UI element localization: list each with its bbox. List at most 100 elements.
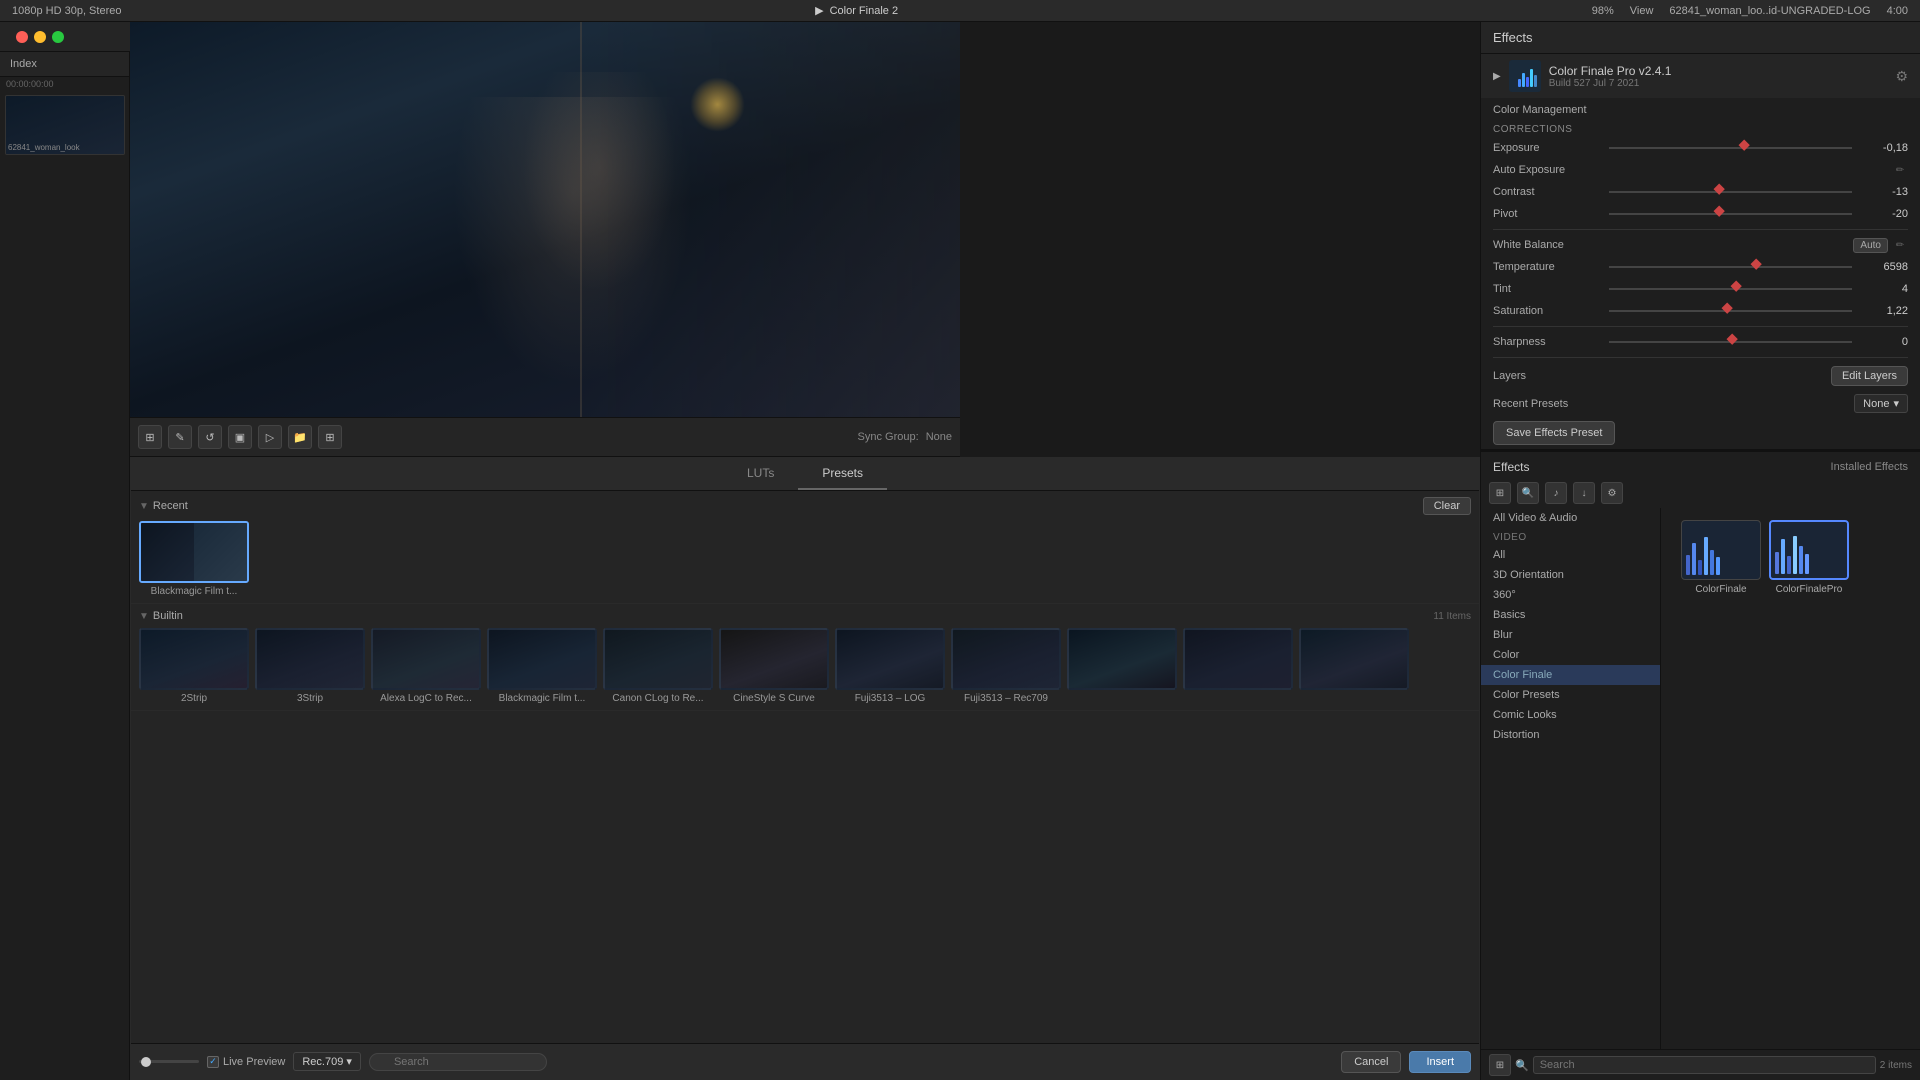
color-management-label: Color Management — [1481, 98, 1920, 120]
cfp-title-block: Color Finale Pro v2.4.1 Build 527 Jul 7 … — [1549, 64, 1888, 89]
preset-thumb-blackmagic2[interactable] — [487, 628, 597, 690]
effects-search-input[interactable] — [1533, 1056, 1876, 1074]
param-slider-sharpness[interactable] — [1609, 341, 1852, 343]
auto-badge[interactable]: Auto — [1853, 238, 1888, 253]
cfp-header[interactable]: ▶ Color Finale Pro v2.4.1 Build 527 Jul … — [1481, 54, 1920, 98]
minimize-btn[interactable] — [34, 31, 46, 43]
live-preview-check[interactable]: ✓ Live Preview — [207, 1056, 285, 1068]
saturation-slider-thumb — [1721, 303, 1732, 314]
effects-item-comic-looks[interactable]: Comic Looks — [1481, 705, 1660, 725]
cancel-button[interactable]: Cancel — [1341, 1051, 1401, 1073]
clear-button[interactable]: Clear — [1423, 497, 1471, 515]
tool-btn-6[interactable]: 📁 — [288, 425, 312, 449]
luts-presets-panel: LUTs Presets ▼ Recent Clear — [130, 457, 1480, 1080]
preset-thumb-3strip[interactable] — [255, 628, 365, 690]
edit-layers-button[interactable]: Edit Layers — [1831, 366, 1908, 386]
tool-btn-4[interactable]: ▣ — [228, 425, 252, 449]
view-btn[interactable]: View — [1630, 5, 1654, 17]
effects-item-blur[interactable]: Blur — [1481, 625, 1660, 645]
recent-presets-row: Recent Presets None ▾ — [1481, 390, 1920, 417]
tab-presets[interactable]: Presets — [798, 458, 887, 490]
effects-item-color-presets[interactable]: Color Presets — [1481, 685, 1660, 705]
preset-item-fuji-log[interactable]: Fuji3513 – LOG — [835, 628, 945, 704]
effects-item-distortion[interactable]: Distortion — [1481, 725, 1660, 745]
preset-thumb-extra2[interactable] — [1183, 628, 1293, 690]
insert-button[interactable]: Insert — [1409, 1051, 1471, 1073]
tool-btn-2[interactable]: ✎ — [168, 425, 192, 449]
effect-name-colorfinale: ColorFinale — [1695, 584, 1746, 595]
preset-item-extra2[interactable] — [1183, 628, 1293, 704]
effects-header: Effects — [1481, 22, 1920, 54]
preset-item-extra3[interactable] — [1299, 628, 1409, 704]
save-effects-preset-button[interactable]: Save Effects Preset — [1493, 421, 1615, 445]
effects-item-360[interactable]: 360° — [1481, 585, 1660, 605]
effects-icon-download[interactable]: ↓ — [1573, 482, 1595, 504]
tool-btn-5[interactable]: ▷ — [258, 425, 282, 449]
cfp-bars — [1518, 65, 1537, 87]
preset-thumb-fuji-rec709[interactable] — [951, 628, 1061, 690]
sync-group-label: Sync Group: None — [858, 431, 953, 443]
preset-thumb-alexa[interactable] — [371, 628, 481, 690]
tool-btn-3[interactable]: ↺ — [198, 425, 222, 449]
effects-item-all[interactable]: All — [1481, 545, 1660, 565]
cfp-settings-icon[interactable]: ⚙ — [1895, 68, 1908, 85]
preset-thumb-extra1[interactable] — [1067, 628, 1177, 690]
param-slider-temperature[interactable] — [1609, 266, 1852, 268]
tool-btn-7[interactable]: ⊞ — [318, 425, 342, 449]
param-slider-saturation[interactable] — [1609, 310, 1852, 312]
effects-list: All Video & Audio VIDEO All 3D Orientati… — [1481, 508, 1661, 1049]
preset-item-cinestyle[interactable]: CineStyle S Curve — [719, 628, 829, 704]
effect-item-colorfinale[interactable]: ColorFinale — [1681, 520, 1761, 595]
param-slider-contrast[interactable] — [1609, 191, 1852, 193]
rec-dropdown[interactable]: Rec.709 ▾ — [293, 1052, 361, 1071]
preset-label-3strip: 3Strip — [297, 693, 323, 704]
app-title-area: ▶ Color Finale 2 — [815, 4, 898, 17]
maximize-btn[interactable] — [52, 31, 64, 43]
preset-thumb-2strip[interactable] — [139, 628, 249, 690]
effect-name-colorfinale-pro: ColorFinalePro — [1776, 584, 1843, 595]
effects-icon-settings[interactable]: ⚙ — [1601, 482, 1623, 504]
preset-item-blackmagic2[interactable]: Blackmagic Film t... — [487, 628, 597, 704]
builtin-arrow: ▼ — [139, 611, 149, 622]
effects-search-grid-icon[interactable]: ⊞ — [1489, 1054, 1511, 1076]
effects-item-all-video[interactable]: All Video & Audio — [1481, 508, 1660, 528]
preset-item-2strip[interactable]: 2Strip — [139, 628, 249, 704]
index-thumbnail[interactable]: 62841_woman_look — [5, 95, 125, 155]
live-preview-checkbox[interactable]: ✓ — [207, 1056, 219, 1068]
preset-item-canon[interactable]: Canon CLog to Re... — [603, 628, 713, 704]
param-slider-tint[interactable] — [1609, 288, 1852, 290]
preset-item-fuji-rec709[interactable]: Fuji3513 – Rec709 — [951, 628, 1061, 704]
layers-row: Layers Edit Layers — [1481, 362, 1920, 390]
preset-thumb-extra3[interactable] — [1299, 628, 1409, 690]
effects-item-basics[interactable]: Basics — [1481, 605, 1660, 625]
effect-item-colorfinale-pro[interactable]: ColorFinalePro — [1769, 520, 1849, 595]
preset-item-extra1[interactable] — [1067, 628, 1177, 704]
preset-item-blackmagic[interactable]: Blackmagic Film t... — [139, 521, 249, 597]
effects-item-color-finale[interactable]: Color Finale — [1481, 665, 1660, 685]
param-slider-pivot[interactable] — [1609, 213, 1852, 215]
effects-item-color[interactable]: Color — [1481, 645, 1660, 665]
effects-icon-audio[interactable]: ♪ — [1545, 482, 1567, 504]
white-balance-edit-icon[interactable]: ✏ — [1892, 237, 1908, 253]
effects-icon-row: ⊞ 🔍 ♪ ↓ ⚙ — [1481, 478, 1920, 508]
preset-thumb-fuji-log[interactable] — [835, 628, 945, 690]
preset-thumb-canon[interactable] — [603, 628, 713, 690]
effects-item-3d[interactable]: 3D Orientation — [1481, 565, 1660, 585]
effects-icon-grid[interactable]: ⊞ — [1489, 482, 1511, 504]
auto-exposure-edit-icon[interactable]: ✏ — [1892, 162, 1908, 178]
preset-item-3strip[interactable]: 3Strip — [255, 628, 365, 704]
preview-slider[interactable] — [139, 1060, 199, 1063]
tool-btn-1[interactable]: ⊞ — [138, 425, 162, 449]
preset-thumb-blackmagic[interactable] — [139, 521, 249, 583]
recent-presets-dropdown[interactable]: None ▾ — [1854, 394, 1908, 413]
effect-thumb-colorfinale-pro[interactable] — [1769, 520, 1849, 580]
effect-thumb-colorfinale[interactable] — [1681, 520, 1761, 580]
preset-item-alexa[interactable]: Alexa LogC to Rec... — [371, 628, 481, 704]
tab-luts[interactable]: LUTs — [723, 458, 798, 490]
preset-thumb-cinestyle[interactable] — [719, 628, 829, 690]
param-slider-exposure[interactable] — [1609, 147, 1852, 149]
effects-icon-search[interactable]: 🔍 — [1517, 482, 1539, 504]
search-input[interactable] — [369, 1053, 547, 1071]
param-name-temperature: Temperature — [1493, 261, 1603, 273]
close-btn[interactable] — [16, 31, 28, 43]
